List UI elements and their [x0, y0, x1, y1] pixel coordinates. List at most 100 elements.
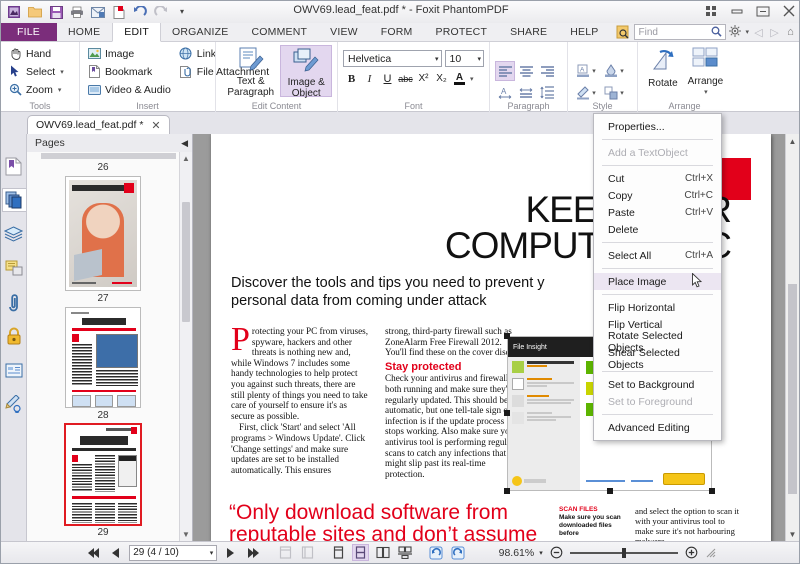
chevron-down-icon[interactable]: ▾: [620, 67, 624, 75]
menu-item-cut[interactable]: Cut Ctrl+X: [594, 170, 721, 187]
chevron-down-icon[interactable]: ▾: [210, 549, 214, 557]
zoom-level-value[interactable]: 98.61%: [490, 547, 534, 559]
menu-item-shear-selected-objects[interactable]: Shear Selected Objects: [594, 350, 721, 367]
previous-page-button[interactable]: [107, 544, 124, 561]
sidebar-item-security[interactable]: [2, 324, 26, 348]
scroll-down-icon[interactable]: ▼: [786, 527, 799, 541]
insert-image-button[interactable]: Image: [85, 45, 175, 62]
horizontal-scale-button[interactable]: [516, 82, 536, 102]
zoom-tool-button[interactable]: Zoom ▾: [6, 81, 68, 98]
document-tab[interactable]: OWV69.lead_feat.pdf * ✕: [27, 115, 170, 134]
image-and-object-button[interactable]: Image & Object: [280, 45, 332, 97]
close-icon[interactable]: [781, 3, 797, 19]
menu-item-advanced-editing[interactable]: Advanced Editing: [594, 419, 721, 436]
chevron-down-icon[interactable]: ▾: [620, 89, 624, 97]
resize-grip-icon[interactable]: [705, 547, 717, 559]
print-icon[interactable]: [68, 3, 86, 21]
align-right-button[interactable]: [537, 61, 557, 81]
superscript-button[interactable]: X²: [415, 70, 432, 87]
embedded-close-button[interactable]: [663, 473, 705, 485]
object-fill-button[interactable]: A ▾: [573, 61, 599, 81]
font-color-button[interactable]: A: [451, 70, 468, 87]
tab-share[interactable]: SHARE: [499, 23, 559, 41]
email-icon[interactable]: [89, 3, 107, 21]
chevron-down-icon[interactable]: ▾: [704, 87, 708, 98]
menu-item-properties[interactable]: Properties...: [594, 118, 721, 135]
resize-handle[interactable]: [504, 410, 510, 416]
insert-bookmark-button[interactable]: Bookmark: [85, 63, 175, 80]
menu-item-set-to-background[interactable]: Set to Background: [594, 376, 721, 393]
fit-width-button[interactable]: [299, 544, 316, 561]
font-family-select[interactable]: Helvetica ▾: [343, 50, 442, 67]
menu-item-select-all[interactable]: Select All Ctrl+A: [594, 247, 721, 264]
align-left-button[interactable]: [495, 61, 515, 81]
chevron-down-icon[interactable]: ▾: [539, 549, 543, 557]
line-spacing-button[interactable]: [537, 82, 557, 102]
scrollbar-thumb[interactable]: [788, 284, 797, 494]
first-page-button[interactable]: [85, 544, 102, 561]
sidebar-item-comments[interactable]: [2, 256, 26, 280]
menu-item-copy[interactable]: Copy Ctrl+C: [594, 187, 721, 204]
chevron-down-icon[interactable]: ▾: [592, 67, 596, 75]
last-page-button[interactable]: [244, 544, 261, 561]
shading-button[interactable]: ▾: [601, 61, 627, 81]
font-size-select[interactable]: 10 ▾: [445, 50, 484, 67]
select-tool-button[interactable]: Select ▾: [6, 63, 68, 80]
sidebar-item-signatures[interactable]: [2, 392, 26, 416]
close-icon[interactable]: ✕: [151, 119, 160, 132]
continuous-view-button[interactable]: [352, 544, 369, 561]
object-properties-button[interactable]: ▾: [601, 83, 627, 103]
zoom-out-button[interactable]: [548, 544, 565, 561]
zoom-in-button[interactable]: [683, 544, 700, 561]
chevron-down-icon[interactable]: ▾: [592, 89, 596, 97]
scroll-up-icon[interactable]: ▲: [180, 152, 192, 165]
save-icon[interactable]: [47, 3, 65, 21]
next-page-button[interactable]: [222, 544, 239, 561]
sidebar-item-pages[interactable]: [2, 188, 26, 212]
bold-button[interactable]: B: [343, 70, 360, 87]
customize-qat-icon[interactable]: ▾: [173, 3, 191, 21]
italic-button[interactable]: I: [361, 70, 378, 87]
collapse-panel-icon[interactable]: ◀: [181, 138, 188, 149]
sidebar-item-layers[interactable]: [2, 222, 26, 246]
tab-protect[interactable]: PROTECT: [424, 23, 499, 41]
tab-form[interactable]: FORM: [370, 23, 425, 41]
app-logo-icon[interactable]: [5, 3, 23, 21]
page-thumbnail-29[interactable]: [65, 424, 141, 525]
redo-icon[interactable]: [152, 3, 170, 21]
scroll-up-icon[interactable]: ▲: [786, 134, 799, 148]
document-scrollbar[interactable]: ▲ ▼: [785, 134, 799, 541]
scroll-down-icon[interactable]: ▼: [180, 528, 192, 541]
tab-home[interactable]: HOME: [57, 23, 112, 41]
menu-item-paste[interactable]: Paste Ctrl+V: [594, 204, 721, 221]
line-style-button[interactable]: ▾: [573, 83, 599, 103]
subscript-button[interactable]: X₂: [433, 70, 450, 87]
page-number-input[interactable]: 29 (4 / 10) ▾: [129, 545, 217, 561]
tab-edit[interactable]: EDIT: [112, 23, 161, 42]
sidebar-item-bookmarks[interactable]: [2, 154, 26, 178]
text-and-paragraph-button[interactable]: Text & Paragraph: [225, 45, 276, 97]
continuous-facing-view-button[interactable]: [396, 544, 413, 561]
chevron-down-icon[interactable]: ▾: [58, 86, 62, 94]
magnifier-icon[interactable]: [711, 26, 722, 40]
search-input[interactable]: Find: [634, 24, 726, 40]
facing-view-button[interactable]: [374, 544, 391, 561]
prev-icon[interactable]: ◁: [752, 26, 765, 39]
chevron-down-icon[interactable]: ▾: [470, 75, 474, 83]
restore-ribbon-icon[interactable]: [703, 3, 719, 19]
home-icon[interactable]: ⌂: [784, 26, 797, 38]
resize-handle[interactable]: [607, 488, 613, 494]
rotate-left-button[interactable]: [427, 544, 444, 561]
sidebar-item-fields[interactable]: [2, 358, 26, 382]
page-thumbnail-26[interactable]: [65, 176, 141, 291]
tab-comment[interactable]: COMMENT: [240, 23, 319, 41]
maximize-icon[interactable]: [755, 3, 771, 19]
arrange-button[interactable]: Arrange ▾: [685, 45, 726, 97]
rotate-right-button[interactable]: [449, 544, 466, 561]
tab-view[interactable]: VIEW: [319, 23, 370, 41]
resize-handle[interactable]: [504, 488, 510, 494]
new-from-file-icon[interactable]: [110, 3, 128, 21]
minimize-icon[interactable]: [729, 3, 745, 19]
search-doc-icon[interactable]: [616, 25, 631, 40]
underline-button[interactable]: U: [379, 70, 396, 87]
